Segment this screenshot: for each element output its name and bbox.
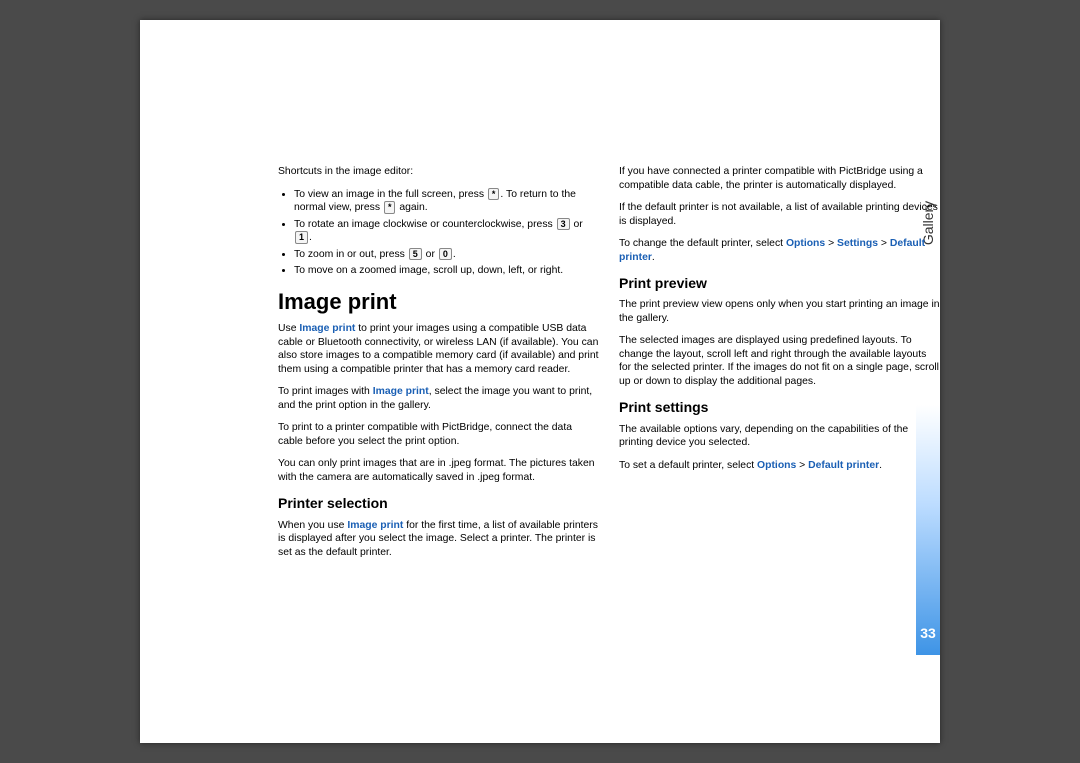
paragraph: To print to a printer compatible with Pi…	[278, 421, 599, 448]
paragraph: You can only print images that are in .j…	[278, 457, 599, 484]
key-star-icon: *	[384, 201, 396, 214]
heading-print-settings: Print settings	[619, 398, 940, 416]
text: Use	[278, 323, 299, 334]
paragraph: The selected images are displayed using …	[619, 334, 940, 388]
shortcuts-intro: Shortcuts in the image editor:	[278, 165, 599, 179]
text: .	[453, 249, 456, 260]
list-item: To move on a zoomed image, scroll up, do…	[294, 264, 599, 278]
ui-term: Image print	[373, 386, 429, 397]
text: To view an image in the full screen, pre…	[294, 189, 487, 200]
text: To set a default printer, select	[619, 460, 757, 471]
ui-term: Options	[786, 238, 825, 249]
text: .	[309, 232, 312, 243]
text: .	[879, 460, 882, 471]
ui-term: Default printer	[808, 460, 879, 471]
ui-term: Image print	[347, 520, 403, 531]
text: >	[796, 460, 808, 471]
manual-page: Gallery 33 Shortcuts in the image editor…	[140, 20, 940, 743]
key-star-icon: *	[488, 188, 500, 201]
key-zero-icon: 0	[439, 248, 452, 261]
text: or	[571, 219, 583, 230]
key-one-icon: 1	[295, 231, 308, 244]
text-columns: Shortcuts in the image editor: To view a…	[278, 165, 940, 595]
page-content: Shortcuts in the image editor: To view a…	[278, 165, 940, 725]
heading-image-print: Image print	[278, 288, 599, 317]
paragraph: If the default printer is not available,…	[619, 201, 940, 228]
text: .	[652, 252, 655, 263]
text: >	[825, 238, 837, 249]
key-three-icon: 3	[557, 218, 570, 231]
text: again.	[396, 202, 427, 213]
paragraph: The print preview view opens only when y…	[619, 298, 940, 325]
text: To rotate an image clockwise or counterc…	[294, 219, 556, 230]
ui-term: Settings	[837, 238, 878, 249]
text: or	[423, 249, 438, 260]
paragraph: If you have connected a printer compatib…	[619, 165, 940, 192]
heading-printer-selection: Printer selection	[278, 494, 599, 512]
key-five-icon: 5	[409, 248, 422, 261]
text: When you use	[278, 520, 347, 531]
text: >	[878, 238, 890, 249]
ui-term: Options	[757, 460, 796, 471]
ui-term: Image print	[299, 323, 355, 334]
list-item: To view an image in the full screen, pre…	[294, 188, 599, 215]
text: To zoom in or out, press	[294, 249, 408, 260]
paragraph: To change the default printer, select Op…	[619, 237, 940, 264]
paragraph: Use Image print to print your images usi…	[278, 322, 599, 376]
list-item: To zoom in or out, press 5 or 0.	[294, 248, 599, 262]
heading-print-preview: Print preview	[619, 274, 940, 292]
text: To print images with	[278, 386, 373, 397]
paragraph: To print images with Image print, select…	[278, 385, 599, 412]
shortcuts-list: To view an image in the full screen, pre…	[278, 188, 599, 278]
text: To change the default printer, select	[619, 238, 786, 249]
paragraph: To set a default printer, select Options…	[619, 459, 940, 473]
paragraph: When you use Image print for the first t…	[278, 519, 599, 560]
list-item: To rotate an image clockwise or counterc…	[294, 218, 599, 245]
paragraph: The available options vary, depending on…	[619, 423, 940, 450]
